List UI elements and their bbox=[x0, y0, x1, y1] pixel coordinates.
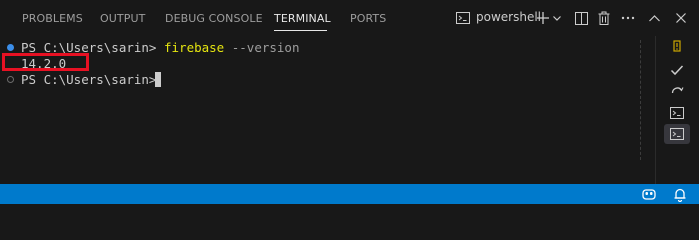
command-success-decoration[interactable] bbox=[7, 44, 14, 51]
more-icon[interactable] bbox=[620, 8, 636, 28]
tab-problems[interactable]: PROBLEMS bbox=[22, 0, 83, 36]
bell-icon[interactable] bbox=[672, 186, 688, 202]
check-icon[interactable] bbox=[664, 60, 690, 80]
annotation-highlight-box bbox=[2, 53, 89, 71]
terminal-icon[interactable] bbox=[454, 8, 472, 28]
status-bar bbox=[0, 184, 699, 204]
terminal-tab-icon-active[interactable] bbox=[664, 124, 690, 144]
terminal-line-3: PS C:\Users\sarin> bbox=[21, 72, 164, 88]
prompt: PS C:\Users\sarin> bbox=[21, 72, 164, 87]
command-text: firebase bbox=[164, 40, 225, 55]
chevron-up-icon[interactable] bbox=[646, 8, 662, 28]
terminal-output[interactable]: PS C:\Users\sarin> firebase --version 14… bbox=[0, 36, 655, 184]
warning-icon[interactable] bbox=[664, 36, 690, 56]
trash-icon[interactable] bbox=[596, 8, 612, 28]
command-pending-decoration[interactable] bbox=[7, 76, 14, 83]
tab-output[interactable]: OUTPUT bbox=[100, 0, 145, 36]
plus-icon[interactable] bbox=[535, 8, 551, 28]
tab-ports[interactable]: PORTS bbox=[350, 0, 386, 36]
active-tab-indicator bbox=[274, 30, 327, 31]
panel-header: PROBLEMS OUTPUT DEBUG CONSOLE TERMINAL P… bbox=[0, 0, 699, 36]
shell-name[interactable]: powershell bbox=[476, 10, 541, 24]
command-args: --version bbox=[224, 40, 300, 55]
chevron-down-icon[interactable] bbox=[551, 8, 563, 28]
tab-debug-console[interactable]: DEBUG CONSOLE bbox=[165, 0, 263, 36]
split-icon[interactable] bbox=[573, 8, 589, 28]
undo-icon[interactable] bbox=[664, 80, 690, 100]
copilot-icon[interactable] bbox=[641, 186, 657, 202]
terminal-cursor bbox=[155, 72, 161, 87]
close-icon[interactable] bbox=[673, 8, 689, 28]
terminal-tabs-sidebar bbox=[655, 36, 699, 184]
terminal-tab-icon[interactable] bbox=[664, 103, 690, 123]
scrollbar-track[interactable] bbox=[640, 40, 645, 160]
